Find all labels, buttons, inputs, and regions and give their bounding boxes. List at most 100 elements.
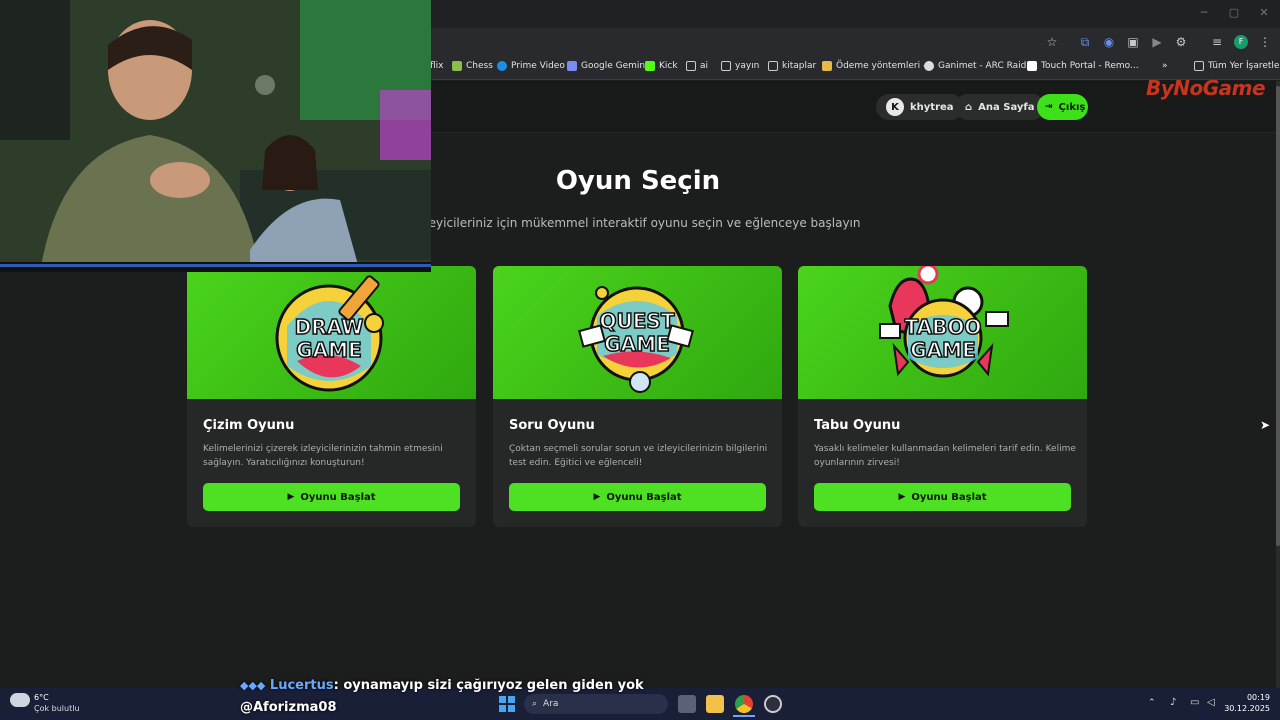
- task-view-icon[interactable]: [678, 695, 696, 713]
- folder-icon: [1194, 61, 1204, 71]
- tray-expand-icon[interactable]: ⌃: [1148, 698, 1156, 708]
- play-icon: ▶: [898, 492, 906, 502]
- kick-icon: [645, 61, 655, 71]
- bookmark-label: Touch Portal - Remo...: [1041, 61, 1139, 71]
- bookmark-label: Kick: [659, 61, 678, 71]
- start-game-button[interactable]: ▶ Oyunu Başlat: [509, 483, 766, 511]
- draw-game-artwork: DRAW GAME: [187, 266, 476, 399]
- folder-icon: [768, 61, 778, 71]
- gemini-icon: [567, 61, 577, 71]
- read-aloud-icon[interactable]: ◉: [1102, 35, 1116, 49]
- chat-text: : oynamayıp sizi çağırıyoz gelen giden y…: [333, 678, 644, 693]
- home-icon: ⌂: [965, 101, 973, 113]
- chrome-icon[interactable]: [735, 695, 753, 713]
- all-bookmarks[interactable]: Tüm Yer İşaretleri: [1194, 61, 1280, 71]
- windows-start-icon[interactable]: [499, 696, 515, 712]
- payment-icon: [822, 61, 832, 71]
- kick-avatar-icon: K: [886, 98, 904, 116]
- logout-label: Çıkış: [1058, 101, 1086, 113]
- home-label: Ana Sayfa: [978, 101, 1035, 113]
- play-extension-icon[interactable]: ▶: [1150, 35, 1164, 49]
- network-icon[interactable]: ▭: [1190, 697, 1199, 708]
- obs-icon[interactable]: [764, 695, 782, 713]
- folder-icon: [721, 61, 731, 71]
- ganimet-icon: [924, 61, 934, 71]
- prime-video-icon: [497, 61, 507, 71]
- volume-icon[interactable]: ◁: [1207, 697, 1215, 708]
- minimize-icon[interactable]: ─: [1194, 6, 1214, 19]
- maximize-icon[interactable]: ▢: [1224, 6, 1244, 19]
- game-card-draw[interactable]: DRAW GAME Çizim Oyunu Kelimelerinizi çiz…: [187, 266, 476, 527]
- chat-username: Lucertus: [269, 678, 334, 693]
- bookmark-label: kitaplar: [782, 61, 817, 71]
- play-icon: ▶: [593, 492, 601, 502]
- mouse-cursor: ➤: [1260, 418, 1271, 432]
- bookmark-item[interactable]: Kick: [645, 61, 678, 71]
- bookmark-label: Tüm Yer İşaretleri: [1208, 61, 1280, 71]
- touch-portal-icon: [1027, 61, 1037, 71]
- weather-temp: 6°C: [34, 693, 49, 702]
- scrollbar-thumb[interactable]: [1276, 86, 1280, 546]
- puzzle-icon[interactable]: ⚙: [1174, 35, 1188, 49]
- microphone-icon[interactable]: ♪: [1170, 697, 1176, 708]
- bookmark-folder[interactable]: yayın: [721, 61, 759, 71]
- bookmark-item[interactable]: Ganimet - ARC Raid...: [924, 61, 1035, 71]
- bookmark-folder[interactable]: ai: [686, 61, 708, 71]
- close-window-icon[interactable]: ✕: [1254, 6, 1274, 19]
- chess-icon: [452, 61, 462, 71]
- card-description: Yasaklı kelimeler kullanmadan kelimeleri…: [814, 444, 1076, 468]
- stream-chat-mention: @Aforizma08: [240, 700, 337, 715]
- bookmarks-overflow-icon[interactable]: »: [1162, 61, 1168, 71]
- tab-list-icon[interactable]: ≡: [1210, 35, 1224, 49]
- bookmark-item[interactable]: Ödeme yöntemleri -...: [822, 61, 935, 71]
- bookmark-folder[interactable]: kitaplar: [768, 61, 816, 71]
- folder-icon: [686, 61, 696, 71]
- clock-date[interactable]: 30.12.2025: [1222, 704, 1270, 713]
- bookmark-label: Prime Video: [511, 61, 565, 71]
- start-game-button[interactable]: ▶ Oyunu Başlat: [203, 483, 460, 511]
- taskbar-search[interactable]: ⌕ Ara: [524, 694, 668, 714]
- bookmark-item[interactable]: Chess: [452, 61, 493, 71]
- bynogame-logo[interactable]: ByNoGame: [1146, 76, 1266, 100]
- extension-icon[interactable]: ▣: [1126, 35, 1140, 49]
- quest-game-artwork: QUEST GAME: [493, 266, 782, 399]
- start-game-label: Oyunu Başlat: [300, 491, 376, 503]
- draw-game-art-text: DRAW GAME: [294, 315, 364, 363]
- search-label: Ara: [543, 699, 559, 709]
- bookmark-label: Chess: [466, 61, 493, 71]
- game-card-quest[interactable]: QUEST GAME Soru Oyunu Çoktan seçmeli sor…: [493, 266, 782, 527]
- start-game-label: Oyunu Başlat: [911, 491, 987, 503]
- bookmark-label: Ganimet - ARC Raid...: [938, 61, 1035, 71]
- active-app-indicator: [733, 715, 755, 717]
- card-title: Soru Oyunu: [509, 418, 595, 433]
- bookmark-item[interactable]: Touch Portal - Remo...: [1027, 61, 1139, 71]
- logout-button[interactable]: ⇥ Çıkış: [1037, 94, 1088, 120]
- bookmark-label: Google Gemini: [581, 61, 648, 71]
- bookmark-star-icon[interactable]: ☆: [1045, 35, 1059, 49]
- home-button[interactable]: ⌂ Ana Sayfa: [955, 94, 1045, 120]
- card-description: Kelimelerinizi çizerek izleyicilerinizin…: [203, 444, 443, 468]
- bookmark-label: flix: [430, 61, 444, 71]
- clock-time[interactable]: 00:19: [1230, 693, 1270, 702]
- play-icon: ▶: [287, 492, 295, 502]
- profile-avatar[interactable]: F: [1234, 35, 1248, 49]
- translate-icon[interactable]: ⧉: [1078, 35, 1092, 49]
- user-profile-pill[interactable]: K khytrea: [876, 94, 964, 120]
- taboo-game-art-text: TABOO GAME: [904, 315, 982, 363]
- logout-icon: ⇥: [1045, 102, 1053, 112]
- bookmark-label: ai: [700, 61, 709, 71]
- search-icon: ⌕: [532, 699, 538, 709]
- weather-desc: Çok bulutlu: [34, 704, 80, 713]
- chat-badge-icons: ◆◆◆: [240, 679, 266, 692]
- start-game-label: Oyunu Başlat: [606, 491, 682, 503]
- bookmark-item[interactable]: Google Gemini: [567, 61, 648, 71]
- card-title: Çizim Oyunu: [203, 418, 295, 433]
- bookmark-item[interactable]: Prime Video: [497, 61, 565, 71]
- bookmark-item[interactable]: flix: [430, 61, 444, 71]
- card-description: Çoktan seçmeli sorular sorun ve izleyici…: [509, 444, 768, 468]
- username: khytrea: [910, 101, 954, 113]
- menu-kebab-icon[interactable]: ⋮: [1258, 35, 1272, 49]
- game-card-taboo[interactable]: TABOO GAME Tabu Oyunu Yasaklı kelimeler …: [798, 266, 1087, 527]
- file-explorer-icon[interactable]: [706, 695, 724, 713]
- start-game-button[interactable]: ▶ Oyunu Başlat: [814, 483, 1071, 511]
